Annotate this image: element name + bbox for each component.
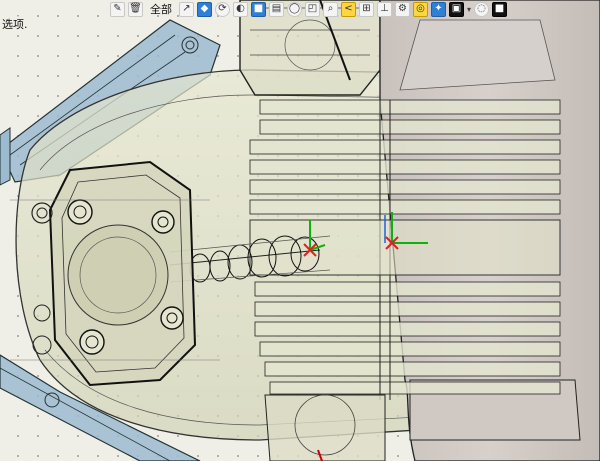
settings-icon[interactable]: ⚙ — [395, 1, 410, 17]
target-icon[interactable]: ◎ — [413, 1, 428, 17]
view-cube-icon[interactable]: ◰ — [305, 1, 320, 17]
rotate-icon[interactable]: ⟳ — [215, 1, 230, 17]
highlight-icon[interactable]: ✦ — [431, 1, 446, 17]
3d-viewport[interactable] — [0, 0, 600, 461]
color-swatch-icon[interactable]: ■ — [492, 1, 508, 17]
selection-filter[interactable]: 全部 — [146, 1, 176, 17]
cad-model-drawing[interactable] — [0, 0, 600, 461]
grid-icon[interactable]: ⊞ — [359, 1, 374, 17]
shade-icon[interactable]: ▤ — [269, 1, 284, 17]
edit-brush-icon[interactable]: ✎ — [110, 1, 125, 17]
arrow-icon[interactable]: ↗ — [179, 1, 194, 17]
chevron-down-icon[interactable]: ▾ — [467, 5, 471, 14]
heads-up-toolbar: ✎ 🗑 全部 ↗ ◆ ⟳ ◐ ■ ▤ ◯ ◰ ⌕ < ⊞ ⊥ ⚙ ◎ ✦ ▣ ▾… — [110, 0, 600, 18]
lasso-icon[interactable]: ◯ — [287, 1, 302, 17]
display-icon[interactable]: ▣ — [449, 1, 464, 17]
select-icon[interactable]: ◆ — [197, 1, 212, 17]
selection-hint: 选项. — [2, 16, 28, 32]
box-icon[interactable]: ■ — [251, 1, 266, 17]
trash-icon[interactable]: 🗑 — [128, 1, 143, 17]
snap-icon[interactable]: < — [341, 1, 356, 17]
section-icon[interactable]: ◐ — [233, 1, 248, 17]
magnify-icon[interactable]: ⌕ — [323, 1, 338, 17]
bottom-cylinder — [264, 394, 386, 461]
camera-icon[interactable]: ◌ — [474, 1, 490, 17]
pin-icon[interactable]: ⊥ — [377, 1, 392, 17]
